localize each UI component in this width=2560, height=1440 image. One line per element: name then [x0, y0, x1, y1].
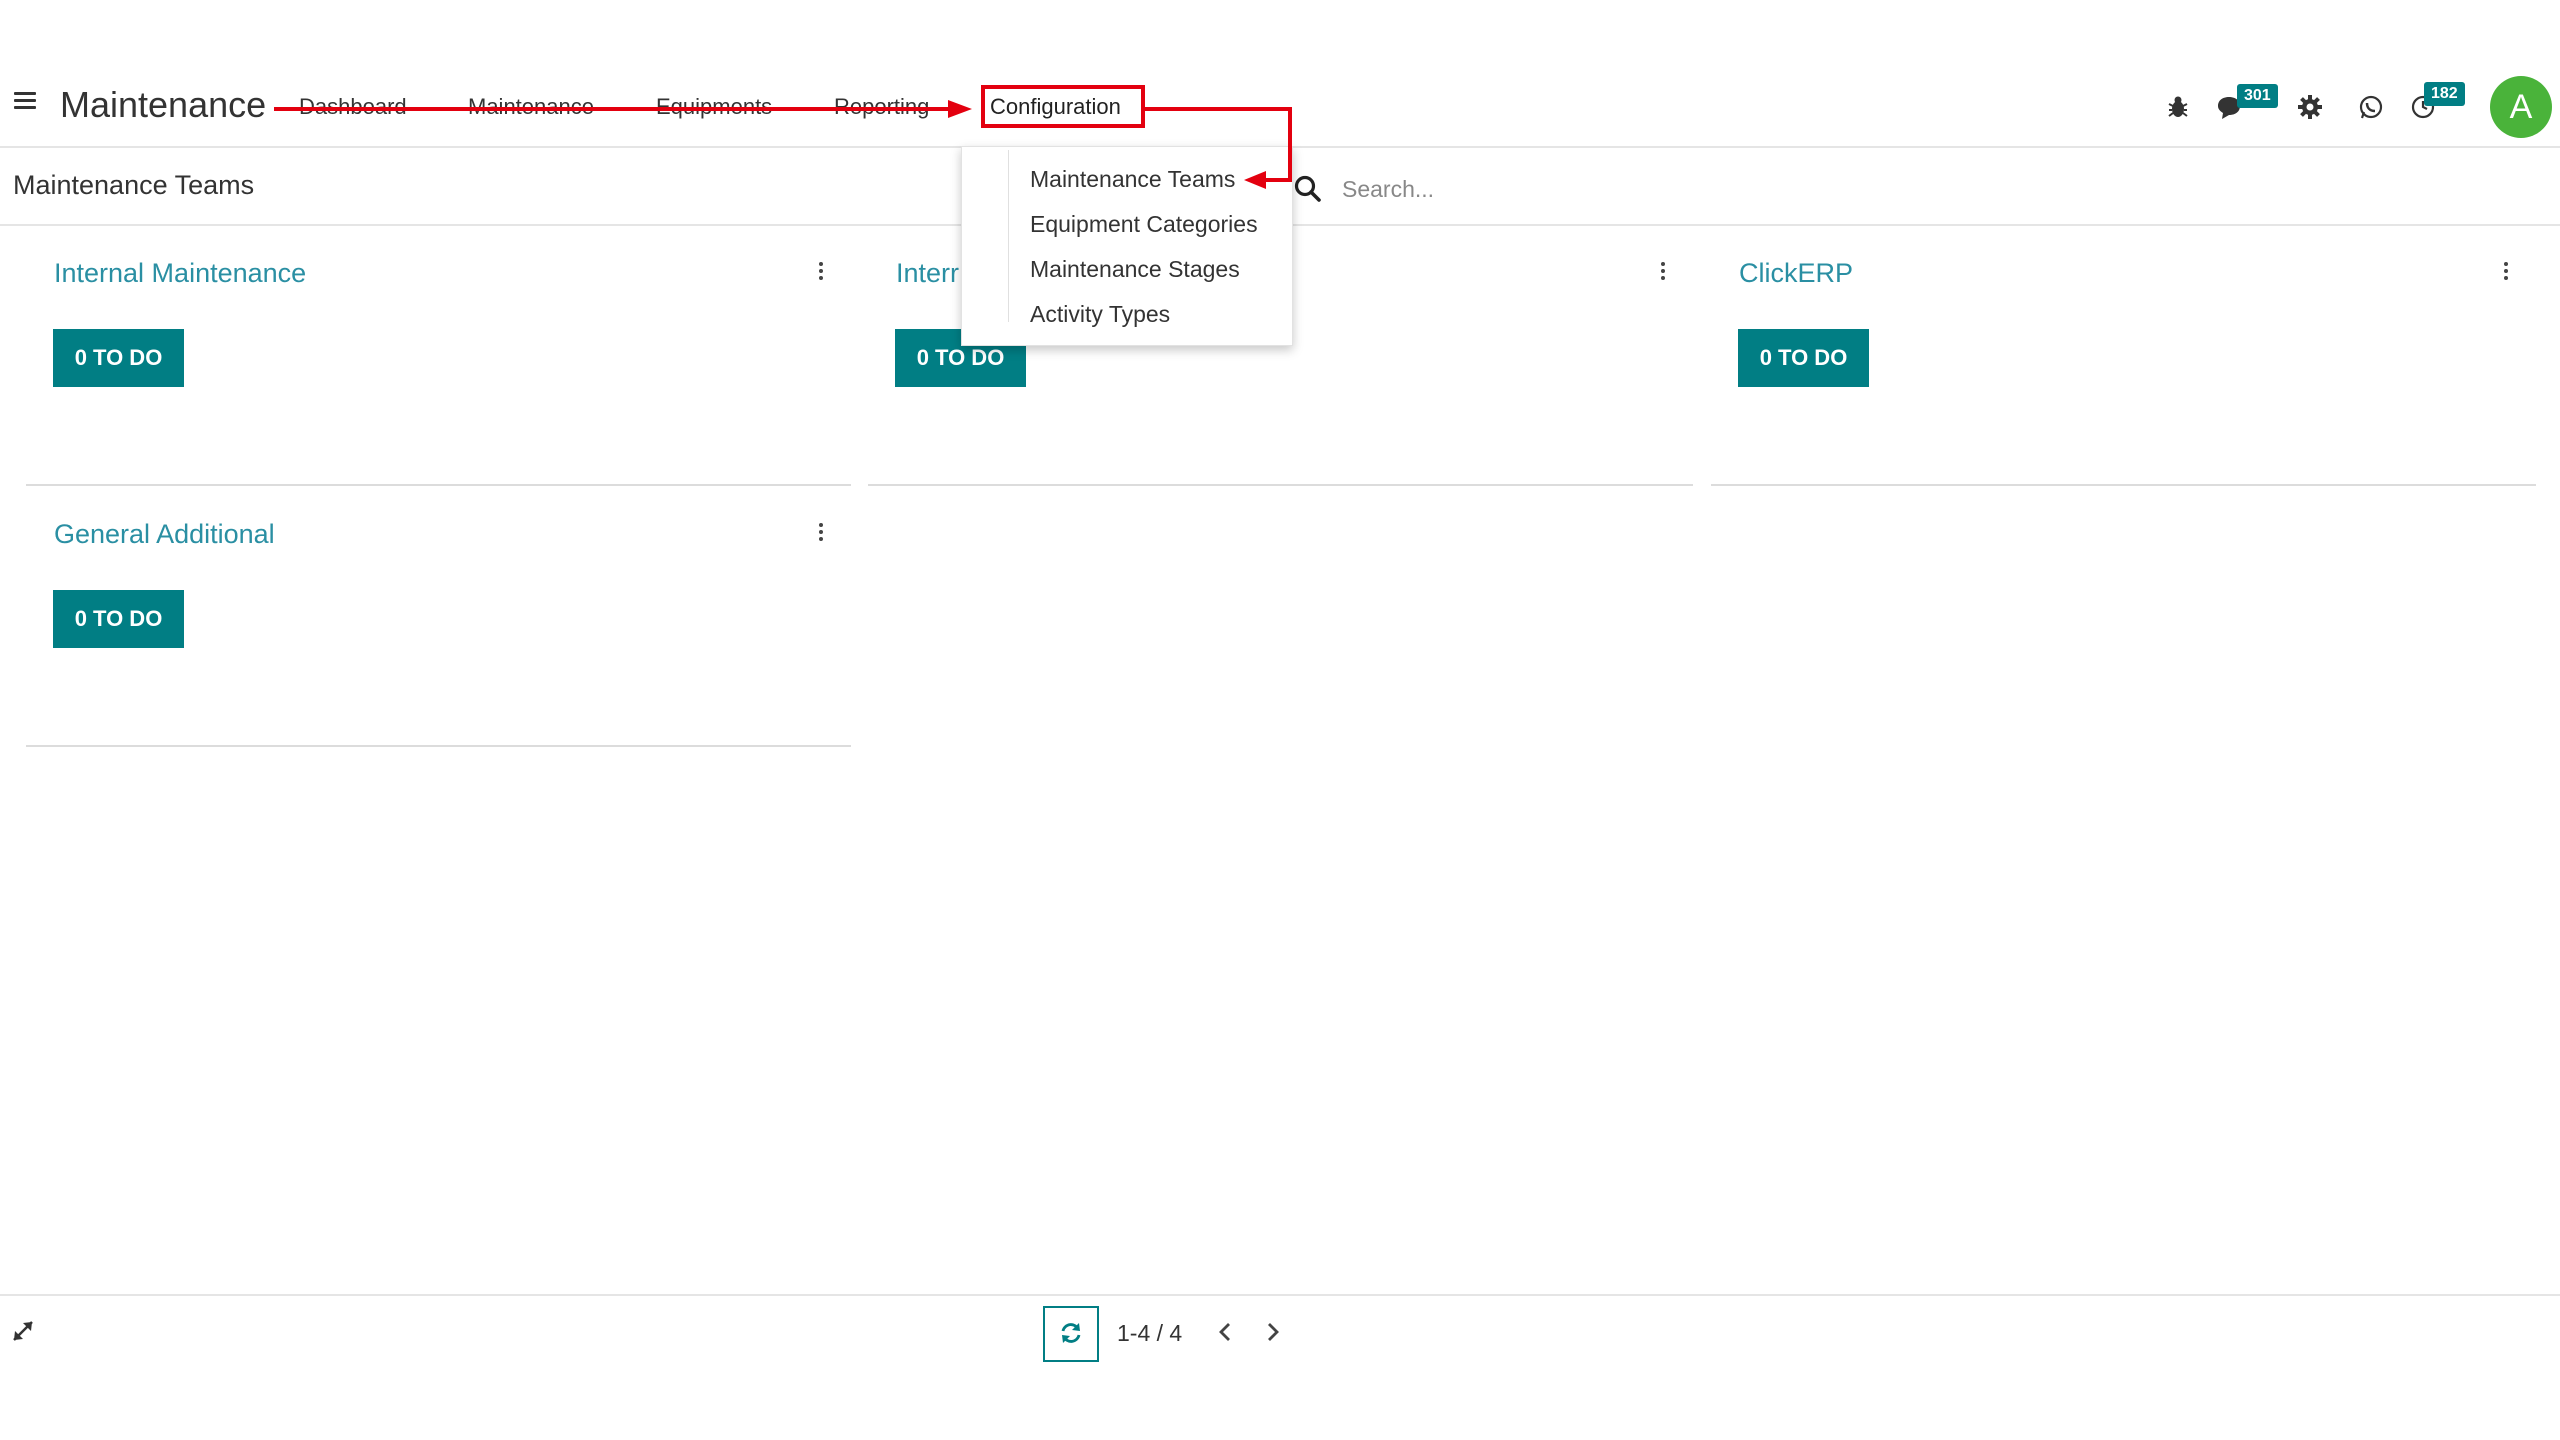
expand-icon[interactable] — [10, 1318, 36, 1344]
annotation-arrows — [274, 100, 1292, 189]
kebab-menu-icon[interactable] — [817, 523, 825, 545]
todo-button[interactable]: 0 TO DO — [53, 590, 184, 648]
footer-divider — [0, 1294, 2560, 1296]
chevron-left-icon[interactable] — [1212, 1318, 1238, 1346]
chevron-right-icon[interactable] — [1260, 1318, 1286, 1346]
team-card[interactable]: General Additional 0 TO DO — [26, 485, 851, 747]
refresh-icon — [1061, 1322, 1081, 1343]
team-name[interactable]: General Additional — [54, 519, 275, 550]
refresh-button[interactable] — [1043, 1306, 1099, 1362]
pager-value[interactable]: 1-4 / 4 — [1117, 1320, 1182, 1347]
